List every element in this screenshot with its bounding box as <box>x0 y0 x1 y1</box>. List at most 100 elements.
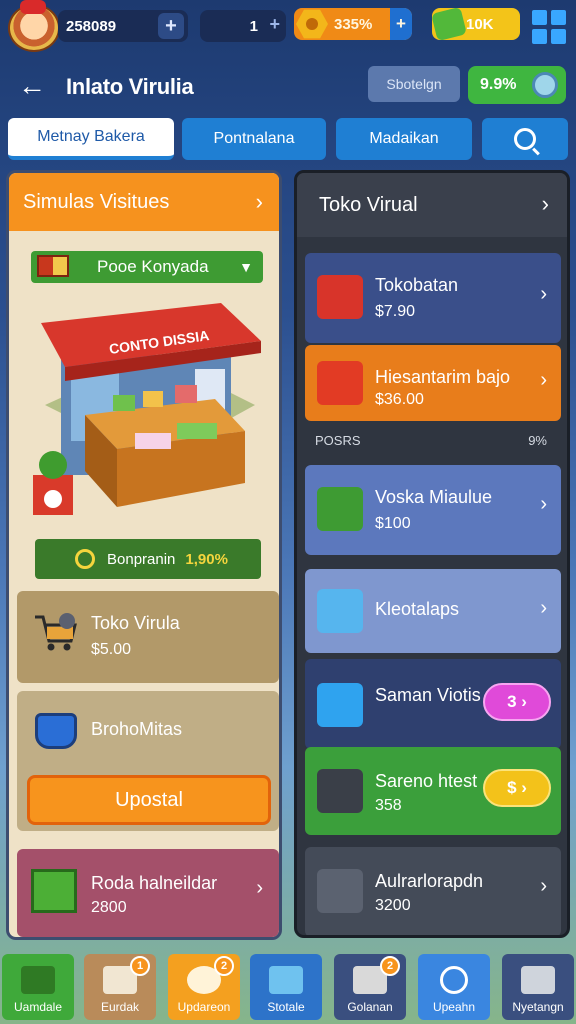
upgrade-button[interactable]: Upostal <box>27 775 271 825</box>
page-title: Inlato Virulia <box>66 74 194 99</box>
search-icon <box>440 966 468 994</box>
tab-madaikan[interactable]: Madaikan <box>336 118 472 160</box>
upgrade-card-title: BrohoMitas <box>91 719 183 739</box>
produce-box <box>175 385 197 403</box>
search-icon <box>514 128 536 150</box>
store-item[interactable]: Saman Viotis 3 › <box>305 659 561 749</box>
gem-value: 335% <box>334 15 373 33</box>
store-item[interactable]: Voska Miaulue $100 › <box>305 465 561 555</box>
crate-icon <box>31 869 77 913</box>
nav-item-stotale[interactable]: Stotale <box>250 954 322 1020</box>
store-item-title: Saman Viotis <box>375 685 481 705</box>
nav-label: Golanan <box>347 1000 393 1014</box>
player-avatar[interactable] <box>8 0 60 52</box>
level-value: 1 <box>249 17 258 35</box>
buy-button[interactable]: $ › <box>483 769 551 807</box>
flag-icon <box>37 255 69 277</box>
refresh-icon <box>532 72 558 98</box>
store-item-price: $36.00 <box>375 391 424 408</box>
tab-metnay-bakera[interactable]: Metnay Bakera <box>8 118 174 160</box>
shopping-bag-icon <box>317 275 363 319</box>
count-button-label: 3 <box>507 692 517 711</box>
balance-value: 9.9% <box>480 76 517 93</box>
shop-card[interactable]: Toko Virula $5.00 <box>17 591 279 683</box>
page-header: ← Inlato Virulia Sbotelgn 9.9% <box>0 60 576 112</box>
count-button[interactable]: 3 › <box>483 683 551 721</box>
notification-badge: 2 <box>380 956 400 976</box>
grid-icon <box>532 10 547 25</box>
store-item[interactable]: Sareno htest 358 $ › <box>305 747 561 835</box>
balance-button[interactable]: 9.9% <box>468 66 566 104</box>
upgrade-card: BrohoMitas Upostal <box>17 691 279 831</box>
divider-label: POSRS <box>315 432 361 448</box>
store-item-price: $100 <box>375 515 411 532</box>
bottom-navigation: Uamdale Eurdak 1 Updareon 2 Stotale Gola… <box>0 952 576 1024</box>
chevron-right-icon: › <box>540 597 547 619</box>
nav-item-golanan[interactable]: Golanan 2 <box>334 954 406 1020</box>
level-counter: 1 + <box>200 10 286 42</box>
inventory-card-title: Roda halneildar <box>91 873 218 893</box>
store-item-price: 3200 <box>375 897 411 914</box>
store-item-title: Aulrarlorapdn <box>375 871 484 891</box>
inventory-card-price: 2800 <box>91 899 127 916</box>
nav-item-eurdak[interactable]: Eurdak 1 <box>84 954 156 1020</box>
gem-counter: 335% + <box>294 8 412 40</box>
cash-value: 10K <box>466 15 494 33</box>
nav-label: Uamdale <box>13 1000 63 1014</box>
gift-bag-icon <box>317 361 363 405</box>
tab-pontnalana[interactable]: Pontnalana <box>182 118 326 160</box>
section-divider: POSRS 9% <box>297 425 567 455</box>
store-item-price: 358 <box>375 797 402 814</box>
store-item-title: Voska Miaulue <box>375 487 493 507</box>
promo-value: 1,90% <box>185 550 228 568</box>
store-item[interactable]: Tokobatan $7.90 › <box>305 253 561 343</box>
shopping-cart-icon <box>35 613 77 651</box>
nav-label: Eurdak <box>100 1000 140 1014</box>
chevron-right-icon: › <box>256 877 263 899</box>
nav-item-nyetangn[interactable]: Nyetangn <box>502 954 574 1020</box>
pot-badge <box>44 490 62 508</box>
store-item[interactable]: Kleotalaps › <box>305 569 561 653</box>
simulation-panel-title: Simulas Visitues <box>23 190 170 213</box>
nav-item-uamdale[interactable]: Uamdale <box>2 954 74 1020</box>
promo-label: Bonpranin <box>107 550 176 568</box>
location-dropdown[interactable]: Pooe Konyada ▼ <box>31 251 263 283</box>
add-gems-button[interactable]: + <box>390 8 412 40</box>
nav-label: Updareon <box>177 1000 231 1014</box>
chevron-right-icon: › <box>255 189 263 214</box>
store-panel-header[interactable]: Toko Virual › <box>297 173 567 237</box>
inventory-card[interactable]: Roda halneildar 2800 › <box>17 849 279 937</box>
magnifier-icon <box>75 549 95 569</box>
nav-label: Stotale <box>267 1000 305 1014</box>
store-panel-title: Toko Virual <box>319 193 418 216</box>
bag-icon <box>269 966 303 994</box>
add-coins-button[interactable]: + <box>158 13 184 39</box>
notification-badge: 1 <box>130 956 150 976</box>
produce-box <box>143 391 163 407</box>
simulation-panel-header[interactable]: Simulas Visitues › <box>9 173 279 231</box>
store-item[interactable]: Hiesantarim bajo $36.00 › <box>305 345 561 421</box>
chevron-right-icon: › <box>540 369 547 391</box>
promo-banner[interactable]: Bonpranin 1,90% <box>35 539 261 579</box>
shopping-cart-icon <box>317 487 363 531</box>
gem-icon <box>296 9 328 39</box>
store-item[interactable]: Aulrarlorapdn 3200 › <box>305 847 561 935</box>
safe-icon <box>317 769 363 813</box>
buy-button-label: $ <box>507 778 517 797</box>
grid-cell <box>551 29 566 44</box>
produce-box <box>113 395 135 411</box>
nav-label: Nyetangn <box>512 1000 564 1014</box>
store-item-price: $7.90 <box>375 303 416 320</box>
plus-icon[interactable]: + <box>269 14 280 35</box>
notification-badge: 2 <box>214 956 234 976</box>
goods-crate <box>177 423 217 439</box>
simulation-panel: Simulas Visitues › Pooe Konyada ▼ CONTO … <box>6 170 282 940</box>
back-arrow-icon[interactable]: ← <box>18 70 46 102</box>
nav-item-updareon[interactable]: Updareon 2 <box>168 954 240 1020</box>
secondary-button[interactable]: Sbotelgn <box>368 66 460 102</box>
grid-cell <box>551 10 566 25</box>
chevron-right-icon: › <box>540 875 547 897</box>
nav-item-upeahn[interactable]: Upeahn <box>418 954 490 1020</box>
tab-search[interactable] <box>482 118 568 160</box>
menu-grid-button[interactable] <box>532 10 566 44</box>
